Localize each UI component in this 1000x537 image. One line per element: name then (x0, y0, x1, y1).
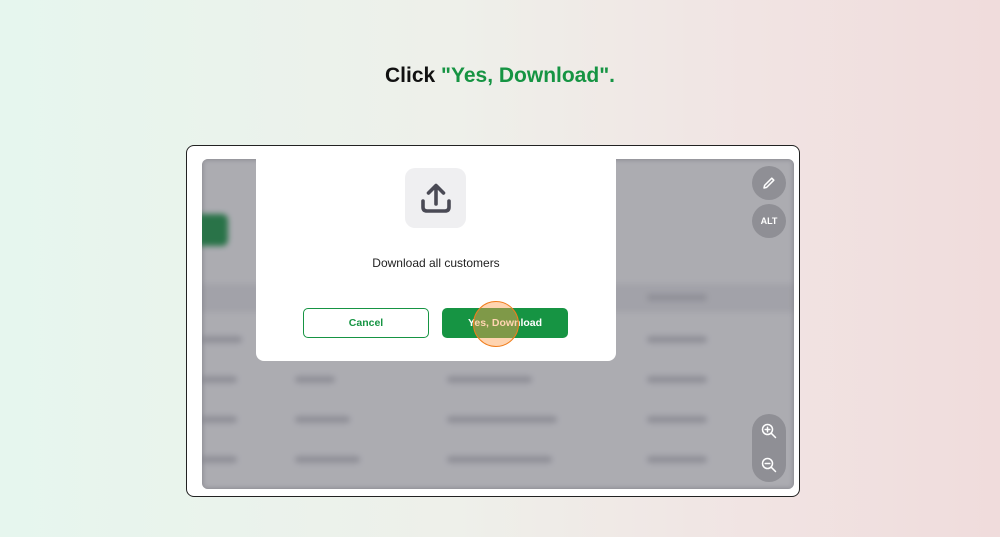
instruction-text: Click "Yes, Download". (0, 64, 1000, 88)
download-dialog: Download all customers Cancel Yes, Downl… (256, 159, 616, 361)
dialog-message: Download all customers (372, 256, 500, 270)
cancel-button[interactable]: Cancel (303, 308, 429, 338)
alt-text-button[interactable]: ALT (752, 204, 786, 238)
upload-icon (405, 168, 466, 228)
pencil-icon[interactable] (752, 166, 786, 200)
click-target-indicator (473, 301, 519, 347)
zoom-controls (752, 414, 786, 482)
alt-label: ALT (760, 216, 778, 226)
instruction-highlight: "Yes, Download". (441, 64, 615, 87)
zoom-in-icon[interactable] (752, 414, 786, 448)
instruction-prefix: Click (385, 64, 442, 87)
zoom-out-icon[interactable] (752, 448, 786, 482)
